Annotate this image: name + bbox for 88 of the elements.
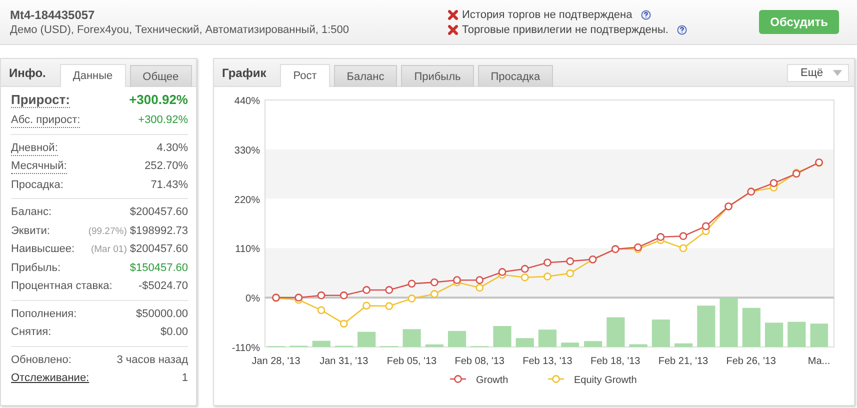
stat-label: Дневной: — [11, 140, 58, 156]
axis-label: Jan 28, '13 — [252, 356, 300, 367]
stat-note: (99.27%) — [88, 224, 127, 238]
stat-link[interactable]: Отслеживание: — [11, 369, 90, 388]
cross-icon — [448, 10, 458, 20]
stat-label: Прибыль: — [11, 260, 61, 276]
account-subtitle: Демо (USD), Forex4you, Технический, Автоматизированный, 1:500 — [10, 24, 350, 36]
caret-icon — [833, 70, 842, 76]
stat-value: 3 часов назад — [116, 352, 188, 368]
legend-icon — [450, 375, 466, 383]
axis-label: 220% — [234, 194, 260, 206]
stat-label: Баланс: — [11, 205, 52, 220]
axis-label: Feb 08, '13 — [454, 356, 504, 367]
stat-value: $0.00 — [160, 325, 188, 340]
stat-label: Снятия: — [11, 325, 52, 340]
stat-label: Пополнения: — [11, 306, 77, 322]
panel-heading: График — [222, 66, 266, 80]
data-point — [317, 306, 326, 314]
stat-value: 4.30% — [156, 140, 188, 156]
data-point — [792, 170, 800, 178]
stat-value: 252.70% — [144, 159, 188, 174]
data-point — [544, 258, 552, 267]
stat-label: Процентная ставка: — [11, 279, 112, 294]
tab[interactable]: Рост — [280, 64, 330, 87]
stat-value: -$5024.70 — [138, 279, 188, 294]
data-point — [770, 179, 778, 188]
data-point — [544, 272, 552, 280]
stat-label: Абс. прирост: — [11, 113, 80, 128]
stat-value: $198992.73 — [130, 224, 188, 238]
data-point — [815, 158, 823, 166]
data-point — [362, 302, 370, 310]
axis-label: Jan 31, '13 — [320, 356, 368, 367]
data-point — [476, 276, 484, 284]
stat-value: +300.92% — [129, 91, 188, 109]
account-title: Mt4-184435057 — [10, 8, 96, 22]
tab[interactable]: Баланс — [334, 65, 398, 87]
axis-label: Feb 13, '13 — [522, 356, 572, 367]
warning-text: История торгов не подтверждена — [462, 8, 632, 20]
stat-label: Эквити: — [11, 224, 50, 238]
tab[interactable]: Общее — [130, 65, 192, 87]
tab[interactable]: Просадка — [478, 65, 554, 87]
stat-value: $150457.60 — [130, 260, 188, 276]
data-point — [340, 320, 348, 328]
tab[interactable]: Прибыль — [401, 65, 474, 87]
axis-label: Feb 05, '13 — [386, 356, 437, 367]
stat-note: (Mar 01) — [90, 243, 127, 257]
stat-label: Прирост: — [11, 93, 70, 108]
axis-label: Feb 21, '13 — [658, 356, 708, 367]
stat-label: Наивысшее: — [11, 242, 75, 257]
data-point — [385, 286, 394, 294]
cross-icon — [448, 24, 458, 34]
data-point — [362, 286, 370, 294]
stat-label: Месячный: — [11, 159, 67, 174]
legend-icon — [548, 375, 564, 383]
data-point — [430, 278, 438, 286]
data-point — [408, 280, 416, 288]
help-icon[interactable] — [677, 24, 688, 34]
more-dropdown[interactable]: Ещё — [787, 64, 849, 82]
axis-label: -110% — [232, 343, 260, 354]
stat-value: $50000.00 — [136, 306, 188, 322]
axis-label: 440% — [234, 96, 260, 107]
stat-value: 71.43% — [150, 178, 188, 192]
data-point — [520, 264, 529, 273]
legend-label: Growth — [476, 375, 508, 386]
stat-value: +300.92% — [138, 113, 188, 128]
data-point — [566, 257, 574, 266]
data-point — [520, 273, 529, 282]
data-point — [566, 269, 574, 278]
axis-label: Feb 18, '13 — [590, 356, 640, 367]
axis-label: 110% — [235, 244, 260, 256]
stat-label: Просадка: — [11, 178, 64, 192]
data-point — [702, 222, 710, 230]
axis-label: Feb 26, '13 — [726, 356, 776, 367]
warning-text: Торговые привилегии не подтверждены. — [462, 24, 668, 36]
data-point — [476, 284, 484, 292]
data-point — [679, 232, 688, 240]
stat-value: $200457.60 — [130, 205, 188, 220]
panel-heading: Инфо. — [9, 66, 46, 80]
axis-label: 330% — [234, 145, 260, 156]
stat-label: Обновлено: — [11, 352, 72, 368]
stat-value: 1 — [182, 371, 188, 386]
tab[interactable]: Данные — [60, 64, 126, 87]
help-icon[interactable] — [641, 10, 652, 20]
legend-label: Equity Growth — [574, 375, 637, 386]
axis-label: 0% — [246, 294, 260, 305]
stat-value: $200457.60 — [130, 242, 188, 257]
data-point — [385, 302, 394, 310]
axis-label: Ma... — [808, 356, 830, 367]
